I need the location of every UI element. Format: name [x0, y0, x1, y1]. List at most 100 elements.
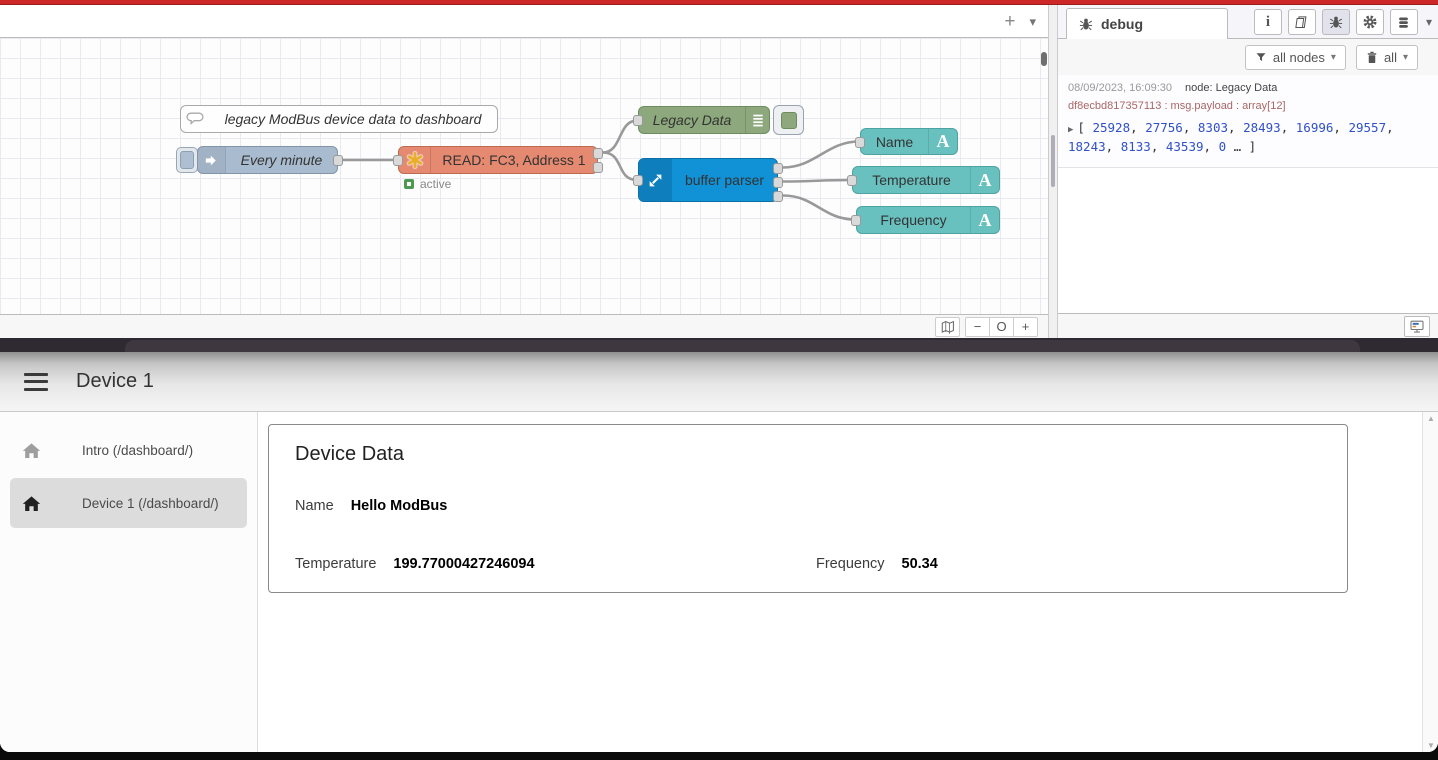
- device-data-card: Device Data Name Hello ModBus Temperatur…: [268, 424, 1348, 593]
- ui-frequency-input-port[interactable]: [851, 215, 861, 226]
- debug-message-meta: 08/09/2023, 16:09:30 node: Legacy Data: [1068, 82, 1428, 94]
- config-tab-button[interactable]: [1356, 9, 1384, 35]
- sidebar-menu-caret[interactable]: ▾: [1426, 15, 1432, 29]
- filter-caret-icon: ▾: [1331, 52, 1336, 63]
- filter-nodes-button[interactable]: all nodes ▾: [1245, 45, 1346, 70]
- dashboard-scrollbar[interactable]: ▲ ▼: [1422, 412, 1438, 752]
- field-frequency: Frequency 50.34: [816, 556, 938, 572]
- dashboard-main: Device Data Name Hello ModBus Temperatur…: [259, 412, 1422, 752]
- book-icon: [1294, 15, 1309, 30]
- buffer-parser-input-port[interactable]: [633, 175, 643, 186]
- modbus-input-port[interactable]: [393, 155, 403, 166]
- dashboard-window: Device 1 Intro (/dashboard/) Device 1 (/…: [0, 352, 1438, 752]
- nav-item-intro[interactable]: Intro (/dashboard/): [10, 425, 247, 475]
- sidebar-separator[interactable]: [1048, 5, 1058, 338]
- name-value: Hello ModBus: [351, 498, 448, 514]
- buffer-parser-output-port-3[interactable]: [773, 191, 783, 202]
- debug-enable-toggle[interactable]: [773, 105, 804, 135]
- funnel-icon: [1255, 51, 1267, 63]
- zoom-reset-button[interactable]: O: [989, 317, 1014, 337]
- dashboard-body: Intro (/dashboard/) Device 1 (/dashboard…: [0, 412, 1438, 752]
- ui-text-node-temperature[interactable]: Temperature A: [852, 166, 1000, 194]
- payload-array: [ 25928, 27756, 8303, 28493, 16996, 2955…: [1068, 120, 1394, 154]
- info-tab-button[interactable]: i: [1254, 9, 1282, 35]
- dashboard-title: Device 1: [76, 370, 154, 393]
- wire-modbus-to-debug: [603, 121, 637, 153]
- zoom-in-button[interactable]: +: [1013, 317, 1038, 337]
- comment-node[interactable]: legacy ModBus device data to dashboard: [180, 105, 498, 133]
- help-tab-button[interactable]: [1288, 9, 1316, 35]
- scroll-up-arrow[interactable]: ▲: [1423, 414, 1438, 423]
- text-A-icon: A: [928, 129, 957, 154]
- nav-item-device-1[interactable]: Device 1 (/dashboard/): [10, 478, 247, 528]
- add-flow-button[interactable]: +: [1004, 12, 1015, 31]
- temperature-value: 199.77000427246094: [393, 556, 534, 572]
- card-title: Device Data: [295, 443, 1321, 466]
- text-A-icon: A: [970, 207, 999, 233]
- debug-message[interactable]: 08/09/2023, 16:09:30 node: Legacy Data d…: [1058, 75, 1438, 168]
- buffer-parser-output-port-1[interactable]: [773, 163, 783, 174]
- inject-icon: [198, 147, 226, 173]
- monitor-icon: [1409, 319, 1425, 334]
- modbus-label: READ: FC3, Address 1: [431, 147, 597, 173]
- trash-icon: [1366, 51, 1378, 64]
- debug-tab-button[interactable]: [1322, 9, 1350, 35]
- window-edge: [125, 340, 1360, 352]
- navigator-button[interactable]: [935, 317, 960, 337]
- ui-temperature-label: Temperature: [853, 167, 970, 193]
- tab-debug[interactable]: debug: [1066, 8, 1228, 39]
- debug-node-label: Legacy Data: [639, 107, 745, 133]
- debug-input-port[interactable]: [633, 115, 643, 126]
- dashboard-toolbar: Device 1: [0, 352, 1438, 412]
- buffer-parser-label: buffer parser: [672, 159, 777, 201]
- menu-icon[interactable]: [24, 373, 48, 391]
- debug-toggle-indicator: [781, 112, 797, 129]
- wire-parser-to-frequency: [783, 196, 855, 220]
- text-A-icon: A: [970, 167, 999, 193]
- context-tab-button[interactable]: [1390, 9, 1418, 35]
- inject-trigger-button[interactable]: [176, 147, 198, 173]
- ui-text-node-frequency[interactable]: Frequency A: [856, 206, 1000, 234]
- clear-label: all: [1384, 50, 1397, 65]
- home-icon: [22, 495, 42, 512]
- zoom-out-button[interactable]: −: [965, 317, 990, 337]
- field-temperature: Temperature 199.77000427246094: [295, 556, 816, 572]
- inject-node[interactable]: Every minute: [197, 146, 338, 174]
- inject-output-port[interactable]: [333, 155, 343, 166]
- separator-grip[interactable]: [1051, 135, 1055, 187]
- debug-node[interactable]: Legacy Data: [638, 106, 770, 134]
- debug-message-list[interactable]: 08/09/2023, 16:09:30 node: Legacy Data d…: [1058, 75, 1438, 313]
- flow-tabbar: + ▾: [0, 5, 1048, 38]
- expand-payload-icon[interactable]: ▶: [1068, 125, 1073, 135]
- debug-sidebar: debug i ▾: [1058, 5, 1438, 338]
- ui-temperature-input-port[interactable]: [847, 175, 857, 186]
- filter-label: all nodes: [1273, 50, 1325, 65]
- buffer-parser-node[interactable]: buffer parser: [638, 158, 778, 202]
- expand-arrows-icon: [639, 159, 672, 201]
- clear-debug-button[interactable]: all ▾: [1356, 45, 1418, 70]
- open-debug-window-button[interactable]: [1404, 316, 1430, 337]
- field-name: Name Hello ModBus: [295, 498, 1321, 514]
- comment-label: legacy ModBus device data to dashboard: [209, 106, 497, 132]
- modbus-output-port-2[interactable]: [593, 162, 603, 173]
- flow-list-button[interactable]: ▾: [1029, 15, 1036, 28]
- ui-text-node-name[interactable]: Name A: [860, 128, 958, 155]
- clear-caret-icon: ▾: [1403, 52, 1408, 63]
- node-red-editor-window: + ▾ legacy ModBus device data to dashboa…: [0, 0, 1438, 338]
- comment-icon: [181, 106, 209, 132]
- modbus-read-node[interactable]: READ: FC3, Address 1: [398, 146, 598, 174]
- ui-frequency-label: Frequency: [857, 207, 970, 233]
- scroll-down-arrow[interactable]: ▼: [1423, 741, 1438, 750]
- wire-modbus-to-parser: [603, 153, 637, 181]
- nav-item-label: Intro (/dashboard/): [82, 443, 193, 458]
- frequency-value: 50.34: [902, 556, 938, 572]
- sidebar-tabbar: debug i ▾: [1058, 5, 1438, 39]
- dashboard-sidenav: Intro (/dashboard/) Device 1 (/dashboard…: [0, 412, 258, 752]
- debug-timestamp: 08/09/2023, 16:09:30: [1068, 82, 1172, 94]
- sidebar-footer: [1058, 313, 1438, 338]
- ui-name-input-port[interactable]: [855, 137, 865, 148]
- buffer-parser-output-port-2[interactable]: [773, 177, 783, 188]
- modbus-output-port-1[interactable]: [593, 148, 603, 159]
- nav-item-label: Device 1 (/dashboard/): [82, 496, 219, 511]
- editor-footer: − O +: [0, 314, 1048, 338]
